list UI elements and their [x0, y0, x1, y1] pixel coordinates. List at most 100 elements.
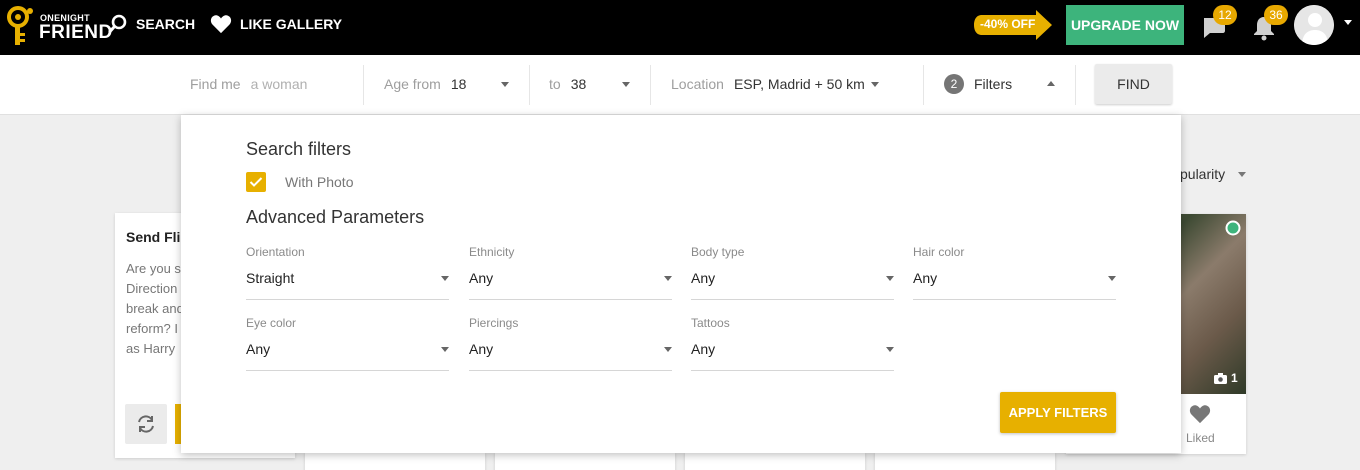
location-label: Location	[671, 76, 724, 92]
divider	[913, 299, 1116, 300]
profile-card[interactable]	[495, 452, 675, 470]
tattoos-value: Any	[691, 341, 716, 357]
ethnicity-value: Any	[469, 270, 494, 286]
profile-card[interactable]	[305, 452, 485, 470]
age-from-select[interactable]: Age from 18	[384, 55, 466, 113]
refresh-button[interactable]	[125, 404, 167, 444]
nav-search[interactable]: SEARCH	[108, 14, 195, 34]
messages-button[interactable]: 12	[1201, 5, 1237, 40]
profile-card[interactable]	[685, 452, 865, 470]
avatar[interactable]	[1294, 5, 1334, 45]
filters-toggle[interactable]: 2 Filters	[944, 55, 1012, 113]
filters-count-badge: 2	[944, 74, 964, 94]
age-from-label: Age from	[384, 76, 441, 92]
chevron-down-icon	[664, 347, 672, 352]
filters-caret-up-icon[interactable]	[1047, 81, 1055, 86]
divider	[529, 65, 530, 105]
divider	[469, 370, 672, 371]
user-avatar-icon	[1294, 5, 1334, 45]
notifications-count-badge: 36	[1264, 5, 1288, 25]
divider	[691, 370, 894, 371]
orientation-label: Orientation	[246, 245, 305, 259]
chevron-down-icon	[441, 347, 449, 352]
body-type-label: Body type	[691, 245, 745, 259]
divider	[691, 299, 894, 300]
find-me-field[interactable]: Find me a woman	[190, 55, 307, 113]
orientation-select[interactable]: Orientation Straight	[246, 245, 449, 300]
eye-color-value: Any	[246, 341, 271, 357]
divider	[923, 65, 924, 105]
chevron-down-icon	[1108, 276, 1116, 281]
upgrade-now-button[interactable]: UPGRADE NOW	[1066, 5, 1184, 45]
filters-label: Filters	[974, 76, 1013, 92]
nav-like-gallery-label: LIKE GALLERY	[240, 16, 343, 32]
hair-color-select[interactable]: Hair color Any	[913, 245, 1116, 300]
chevron-down-icon	[886, 347, 894, 352]
location-caret-icon[interactable]	[871, 82, 879, 87]
flirt-card-text: Are you s Direction break and reform? I …	[126, 261, 184, 356]
orientation-value: Straight	[246, 270, 295, 286]
piercings-label: Piercings	[469, 316, 519, 330]
tattoos-select[interactable]: Tattoos Any	[691, 316, 894, 371]
location-value: ESP, Madrid + 50 km	[733, 76, 865, 92]
divider	[246, 370, 449, 371]
ethnicity-select[interactable]: Ethnicity Any	[469, 245, 672, 300]
top-bar: ONENIGHT FRIEND SEARCH LIKE GALLERY -40%…	[0, 0, 1360, 55]
divider	[1075, 65, 1076, 105]
chevron-down-icon	[441, 276, 449, 281]
filters-panel: Search filters With Photo Advanced Param…	[181, 115, 1181, 453]
apply-filters-button[interactable]: APPLY FILTERS	[1000, 392, 1116, 433]
piercings-select[interactable]: Piercings Any	[469, 316, 672, 371]
eye-color-select[interactable]: Eye color Any	[246, 316, 449, 371]
sort-select[interactable]: pularity	[1180, 166, 1225, 182]
chevron-down-icon	[886, 276, 894, 281]
photo-count-value: 1	[1231, 371, 1238, 385]
sort-caret-icon[interactable]	[1238, 172, 1246, 177]
refresh-icon	[138, 415, 154, 433]
camera-icon	[1214, 372, 1227, 384]
online-status-icon	[1225, 220, 1241, 236]
messages-count-badge: 12	[1213, 5, 1237, 25]
with-photo-label: With Photo	[285, 174, 354, 190]
tattoos-label: Tattoos	[691, 316, 730, 330]
profile-card[interactable]	[875, 452, 1055, 470]
heart-icon	[210, 15, 232, 34]
with-photo-checkbox[interactable]	[246, 172, 266, 192]
age-from-caret-icon[interactable]	[501, 82, 509, 87]
search-bar: Find me a woman Age from 18 to 38 Locati…	[0, 55, 1360, 115]
age-to-label: to	[549, 76, 561, 92]
notifications-button[interactable]: 36	[1252, 5, 1288, 41]
divider	[469, 299, 672, 300]
search-filters-title: Search filters	[246, 139, 352, 159]
find-me-value: a woman	[250, 76, 308, 92]
photo-count: 1	[1214, 371, 1238, 385]
eye-color-label: Eye color	[246, 316, 297, 330]
flirt-card-title: Send Flir	[126, 229, 186, 245]
account-menu-caret-icon[interactable]	[1344, 20, 1352, 25]
liked-label: Liked	[1186, 431, 1215, 445]
ethnicity-label: Ethnicity	[469, 245, 515, 259]
divider	[363, 65, 364, 105]
nav-like-gallery[interactable]: LIKE GALLERY	[210, 14, 342, 34]
body-type-select[interactable]: Body type Any	[691, 245, 894, 300]
hair-color-label: Hair color	[913, 245, 965, 259]
search-icon	[108, 14, 127, 33]
find-me-label: Find me	[190, 76, 241, 92]
chevron-down-icon	[664, 276, 672, 281]
body-type-value: Any	[691, 270, 716, 286]
age-to-value: 38	[570, 76, 587, 92]
checkmark-icon	[249, 177, 263, 187]
hair-color-value: Any	[913, 270, 938, 286]
divider	[246, 299, 449, 300]
find-button[interactable]: FIND	[1095, 64, 1172, 104]
nav-search-label: SEARCH	[136, 16, 196, 32]
age-to-caret-icon[interactable]	[622, 82, 630, 87]
discount-badge[interactable]: -40% OFF	[972, 10, 1054, 40]
heart-icon[interactable]	[1189, 404, 1211, 424]
age-from-value: 18	[450, 76, 467, 92]
location-select[interactable]: Location ESP, Madrid + 50 km	[671, 55, 865, 113]
logo[interactable]: ONENIGHT FRIEND	[6, 5, 112, 47]
logo-big-text: FRIEND	[39, 22, 113, 43]
age-to-select[interactable]: to 38	[549, 55, 586, 113]
key-logo-icon	[7, 6, 33, 45]
